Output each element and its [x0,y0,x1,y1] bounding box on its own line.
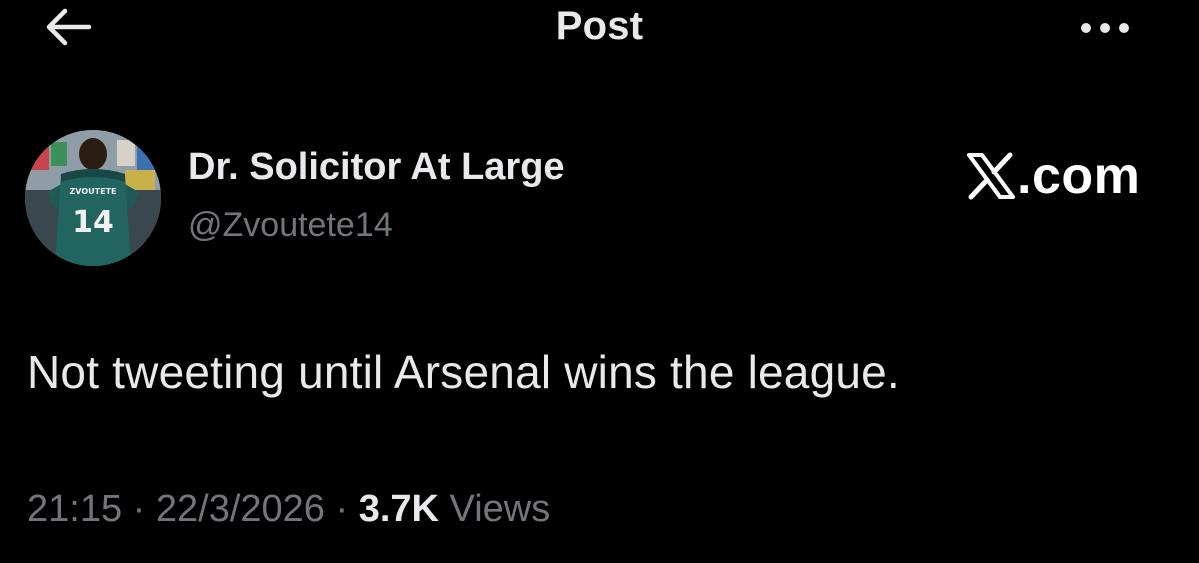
views-count[interactable]: 3.7K [359,488,439,530]
watermark-text: .com [1017,147,1141,205]
x-com-watermark: .com [966,146,1140,206]
avatar-image: ZVOUTETE 14 [25,130,161,266]
views-label: Views [439,488,551,530]
avatar[interactable]: ZVOUTETE 14 [25,130,161,266]
top-bar: Post [0,0,1199,60]
x-logo-icon [967,152,1015,200]
more-options-button[interactable] [1072,8,1138,48]
post-date[interactable]: 22/3/2026 [156,488,325,530]
page-title: Post [555,4,644,48]
meta-separator: · [122,488,156,530]
meta-separator: · [324,488,359,530]
tweet-meta: 21:15 · 22/3/2026 · 3.7K Views [27,488,550,531]
author-display-name[interactable]: Dr. Solicitor At Large [188,146,565,189]
jersey-name: ZVOUTETE [70,187,117,196]
author-handle[interactable]: @Zvoutete14 [188,206,393,245]
post-time[interactable]: 21:15 [27,488,122,530]
jersey-number: 14 [72,205,114,240]
tweet-text: Not tweeting until Arsenal wins the leag… [27,346,900,398]
more-horizontal-icon [1081,23,1129,33]
